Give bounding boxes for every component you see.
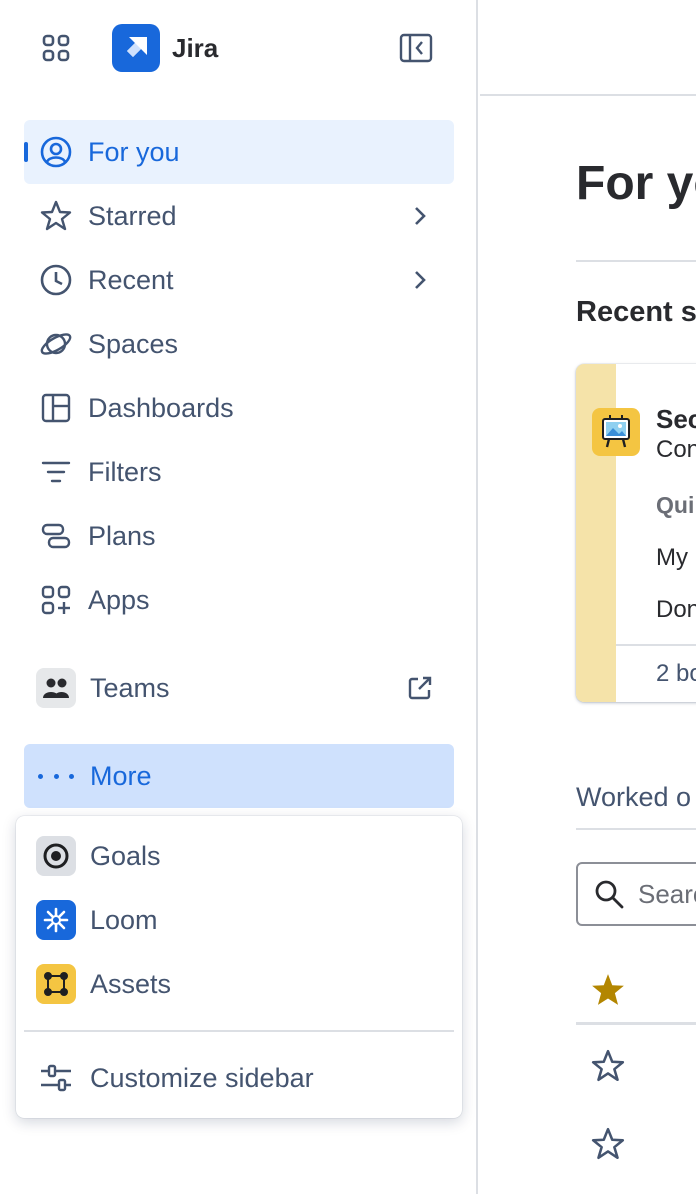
menu-item-label: Assets <box>90 968 172 999</box>
quick-links-heading: Qui <box>656 492 695 518</box>
card-footer-divider <box>616 644 696 646</box>
sidebar-item-label: For you <box>88 137 180 167</box>
sidebar-item-label: Filters <box>88 457 162 487</box>
sidebar-item-recent[interactable]: Recent <box>24 248 454 312</box>
sidebar-header: Jira <box>0 0 478 96</box>
recent-spaces-heading: Recent s <box>576 296 696 328</box>
external-link-icon <box>408 676 432 700</box>
assets-icon <box>44 972 68 996</box>
user-circle-icon <box>40 136 72 168</box>
sidebar-item-teams[interactable]: Teams <box>24 656 454 720</box>
divider <box>576 260 696 262</box>
sidebar-item-label: Dashboards <box>88 393 234 423</box>
card-footer-boards[interactable]: 2 bo <box>656 660 696 688</box>
space-avatar <box>592 408 640 456</box>
customize-icon-wrap <box>36 1058 76 1098</box>
sidebar-item-starred[interactable]: Starred <box>24 184 454 248</box>
star-icon[interactable] <box>590 1048 626 1084</box>
sidebar-item-for-you[interactable]: For you <box>24 120 454 184</box>
chevron-right-icon <box>415 271 426 289</box>
sidebar-item-label: Teams <box>90 673 170 703</box>
loom-icon <box>43 907 69 933</box>
sidebar-item-spaces[interactable]: Spaces <box>24 312 454 376</box>
planet-icon <box>40 333 72 355</box>
menu-item-goals[interactable]: Goals <box>24 824 454 888</box>
menu-item-customize-sidebar[interactable]: Customize sidebar <box>24 1046 454 1110</box>
sidebar-item-plans[interactable]: Plans <box>24 504 454 568</box>
dashboard-icon <box>41 393 71 423</box>
customize-sliders-icon <box>41 1064 71 1092</box>
app-switcher-button[interactable] <box>38 30 74 66</box>
search-input[interactable] <box>638 876 696 912</box>
divider <box>576 828 696 830</box>
table-header-divider <box>576 1022 696 1025</box>
easel-icon <box>602 415 630 448</box>
menu-item-label: Loom <box>90 904 158 935</box>
page-title: For yo <box>576 157 696 210</box>
search-field[interactable] <box>576 862 696 926</box>
selected-indicator <box>24 142 28 162</box>
space-type: Con <box>656 436 696 463</box>
sidebar-item-filters[interactable]: Filters <box>24 440 454 504</box>
sidebar-item-label: Starred <box>88 201 177 231</box>
star-icon[interactable] <box>590 1126 626 1162</box>
sidebar-nav: For you Starred Recent Spaces Dashboards… <box>24 120 454 632</box>
sidebar-item-apps[interactable]: Apps <box>24 568 454 632</box>
grid-icon <box>42 34 70 62</box>
apps-add-icon <box>41 585 71 615</box>
menu-item-label: Goals <box>90 840 161 871</box>
sidebar-item-more[interactable]: More <box>24 744 454 808</box>
jira-logo-icon <box>127 37 147 57</box>
sidebar-item-label: Recent <box>88 265 174 295</box>
main-content: For yo Recent s Sec Con Qui My Don 2 bo … <box>480 0 696 1194</box>
teams-tile <box>36 668 76 708</box>
jira-logo[interactable] <box>112 24 160 72</box>
more-dots-icon <box>38 773 74 779</box>
loom-tile <box>36 900 76 940</box>
search-icon <box>595 880 624 909</box>
sidebar-item-label: Apps <box>88 585 150 615</box>
chevron-right-icon <box>415 207 426 225</box>
menu-item-assets[interactable]: Assets <box>24 952 454 1016</box>
filter-icon <box>41 461 71 483</box>
sidebar-collapse-icon <box>399 33 433 63</box>
people-icon <box>43 678 69 698</box>
collapse-sidebar-button[interactable] <box>396 28 436 68</box>
star-filled-icon <box>592 974 624 1005</box>
star-icon <box>40 200 72 231</box>
sidebar-item-label: More <box>90 760 152 791</box>
app-title: Jira <box>172 33 219 63</box>
space-card[interactable]: Sec Con Qui My Don 2 bo <box>576 364 696 702</box>
sidebar-item-label: Plans <box>88 521 156 551</box>
external-link-button[interactable] <box>404 672 436 704</box>
menu-item-loom[interactable]: Loom <box>24 888 454 952</box>
quick-link-done[interactable]: Don <box>656 596 696 624</box>
top-navigation-bar <box>480 0 696 96</box>
more-menu: Goals Loom Assets Customize sidebar <box>16 816 462 1118</box>
sidebar-item-label: Spaces <box>88 329 179 359</box>
clock-icon <box>40 264 72 296</box>
sidebar-section-teams: Teams <box>24 656 454 720</box>
worked-on-tab[interactable]: Worked o <box>576 782 691 813</box>
plans-icon <box>41 523 71 549</box>
sidebar-item-dashboards[interactable]: Dashboards <box>24 376 454 440</box>
sidebar: Jira For you Starred Recent Spaces Dashb… <box>0 0 478 1194</box>
menu-divider <box>24 1030 454 1032</box>
quick-link-my[interactable]: My <box>656 544 688 572</box>
goals-tile <box>36 836 76 876</box>
space-name[interactable]: Sec <box>656 404 696 435</box>
assets-tile <box>36 964 76 1004</box>
menu-item-label: Customize sidebar <box>90 1062 314 1093</box>
target-icon <box>43 843 69 869</box>
